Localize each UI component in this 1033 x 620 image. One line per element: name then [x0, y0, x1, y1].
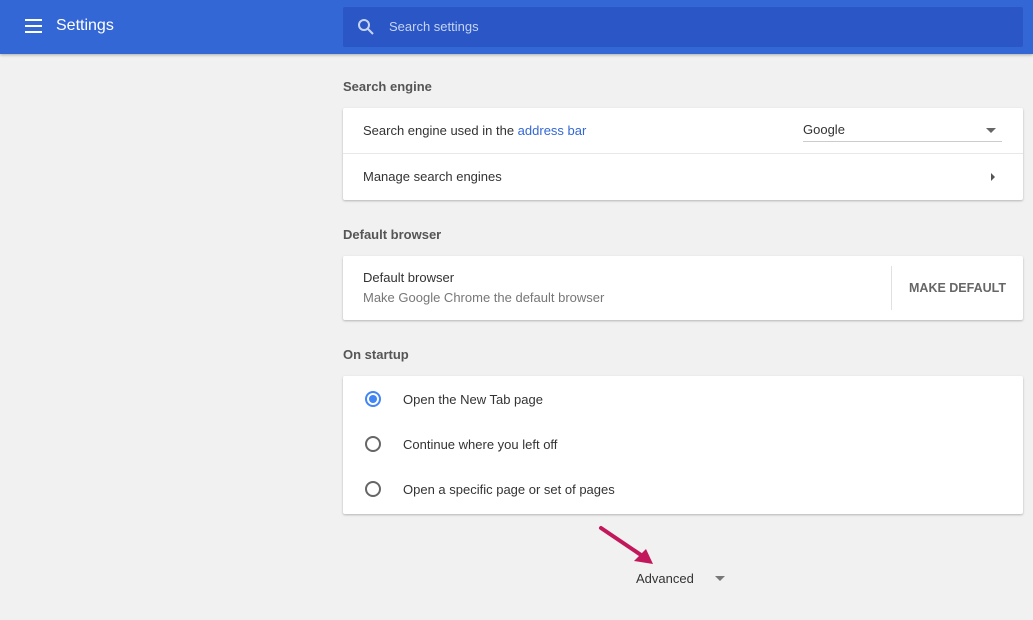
default-browser-card: Default browser Make Google Chrome the d… [343, 256, 1023, 320]
radio-new-tab[interactable] [365, 391, 381, 407]
annotation-arrow-icon [596, 524, 658, 568]
search-engine-row: Search engine used in the address bar Go… [343, 108, 1023, 154]
manage-search-engines-row[interactable]: Manage search engines [343, 154, 1023, 200]
address-bar-link[interactable]: address bar [518, 123, 587, 138]
page-title: Settings [56, 17, 114, 35]
default-browser-title: Default browser [363, 270, 454, 285]
default-browser-subtitle: Make Google Chrome the default browser [363, 290, 604, 305]
advanced-label: Advanced [636, 571, 694, 586]
search-icon [357, 18, 375, 36]
chevron-right-icon [991, 173, 995, 181]
manage-search-engines-label: Manage search engines [363, 169, 502, 184]
option-label: Continue where you left off [403, 437, 557, 452]
search-engine-label: Search engine used in the [363, 123, 518, 138]
selected-engine: Google [803, 122, 845, 137]
option-label: Open the New Tab page [403, 392, 543, 407]
expand-arrow-icon[interactable] [715, 576, 725, 581]
section-title-default-browser: Default browser [343, 227, 441, 242]
search-engine-card: Search engine used in the address bar Go… [343, 108, 1023, 200]
radio-specific-pages[interactable] [365, 481, 381, 497]
search-engine-select[interactable]: Google [803, 119, 1002, 142]
section-title-search-engine: Search engine [343, 79, 432, 94]
section-title-on-startup: On startup [343, 347, 409, 362]
advanced-toggle[interactable]: Advanced [636, 571, 694, 586]
search-placeholder: Search settings [389, 19, 479, 34]
radio-continue[interactable] [365, 436, 381, 452]
hamburger-menu-icon[interactable] [25, 19, 42, 33]
search-input[interactable]: Search settings [343, 7, 1023, 47]
top-bar: Settings Search settings [0, 0, 1033, 54]
dropdown-arrow-icon [986, 128, 996, 133]
startup-card: Open the New Tab page Continue where you… [343, 376, 1023, 514]
option-label: Open a specific page or set of pages [403, 482, 615, 497]
make-default-button[interactable]: MAKE DEFAULT [891, 266, 1023, 310]
